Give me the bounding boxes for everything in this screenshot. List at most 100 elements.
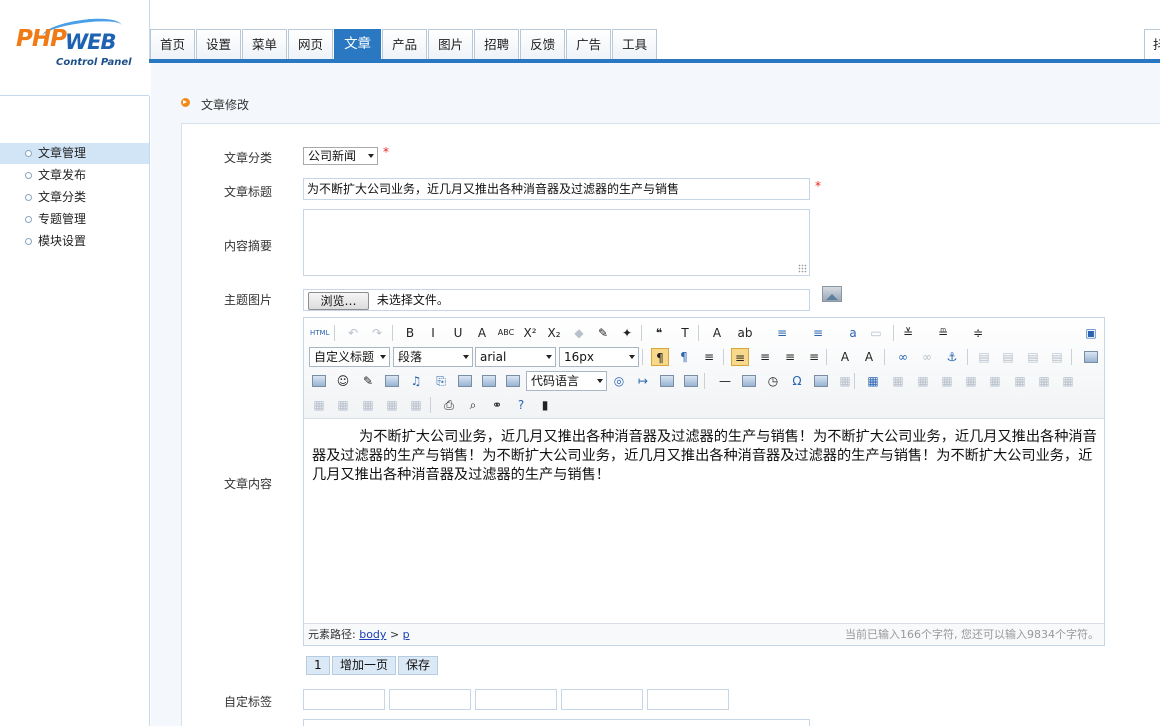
insert-row-icon[interactable]: ▦	[938, 372, 956, 390]
redo-icon[interactable]: ↷	[368, 324, 386, 342]
sidebar-item-2[interactable]: 文章分类	[0, 187, 149, 208]
tab-3[interactable]: 网页	[288, 29, 334, 59]
preview-icon[interactable]: ⌕	[464, 396, 482, 414]
resize-grip-icon[interactable]	[798, 264, 807, 273]
paste-text-icon[interactable]: T	[676, 324, 694, 342]
select-all-icon[interactable]: a	[844, 324, 862, 342]
tab-9[interactable]: 广告	[566, 29, 612, 59]
tab-6[interactable]: 图片	[428, 29, 474, 59]
image-right-icon[interactable]: ▤	[1024, 348, 1042, 366]
editor-content[interactable]: 为不断扩大公司业务，近几月又推出各种消音器及过滤器的生产与销售！为不断扩大公司业…	[312, 428, 1100, 485]
page-number-button[interactable]: 1	[306, 656, 330, 675]
save-page-button[interactable]: 保存	[398, 656, 439, 675]
date-icon[interactable]	[740, 372, 758, 390]
magic-wand-icon[interactable]: ✦	[618, 324, 636, 342]
sidebar-item-1[interactable]: 文章发布	[0, 165, 149, 186]
category-select[interactable]: 公司新闻	[303, 147, 378, 165]
title-input[interactable]: 为不断扩大公司业务，近几月又推出各种消音器及过滤器的生产与销售	[303, 178, 810, 200]
special-char-icon[interactable]: Ω	[788, 372, 806, 390]
tab-2[interactable]: 菜单	[242, 29, 288, 59]
code-language-select[interactable]: 代码语言	[526, 371, 607, 391]
rtl-icon[interactable]: ¶	[675, 348, 693, 366]
split-cols-icon[interactable]: ▦	[383, 396, 401, 414]
font-size-select[interactable]: 16px	[559, 347, 639, 367]
snapscreen-icon[interactable]	[812, 372, 830, 390]
print-icon[interactable]: ⎙	[440, 396, 458, 414]
tab-5[interactable]: 产品	[382, 29, 428, 59]
align-right-icon[interactable]: ≡	[781, 348, 799, 366]
custom-tag-input-5[interactable]	[647, 689, 729, 710]
font-select[interactable]: arial	[475, 347, 556, 367]
eraser-icon[interactable]: ◆	[570, 324, 588, 342]
scrawl-icon[interactable]: ✎	[359, 372, 377, 390]
split-rows-icon[interactable]: ▦	[359, 396, 377, 414]
tab-1[interactable]: 设置	[196, 29, 242, 59]
uppercase-icon[interactable]: A	[836, 348, 854, 366]
music-icon[interactable]: ♫	[407, 372, 425, 390]
image-none-icon[interactable]: ▤	[999, 348, 1017, 366]
time-icon[interactable]: ◷	[764, 372, 782, 390]
custom-tag-input-4[interactable]	[561, 689, 643, 710]
row-spacing-top-icon[interactable]: ≚	[899, 324, 917, 342]
tab-0[interactable]: 首页	[150, 29, 196, 59]
fullscreen-icon[interactable]: ▣	[1082, 324, 1100, 342]
pagebreak-icon[interactable]: ↦	[634, 372, 652, 390]
browse-button[interactable]: 浏览…	[308, 292, 369, 310]
gmap-icon[interactable]	[480, 372, 498, 390]
tab-4[interactable]: 文章	[334, 29, 382, 59]
border-icon[interactable]: A	[473, 324, 491, 342]
font-color-icon[interactable]: A	[708, 324, 726, 342]
drafts-icon[interactable]: ▮	[536, 396, 554, 414]
align-center-icon[interactable]: ≡	[756, 348, 774, 366]
format-brush-icon[interactable]: ✎	[594, 324, 612, 342]
subscript-icon[interactable]: X₂	[545, 324, 563, 342]
anchor-icon[interactable]: ⚓	[943, 348, 961, 366]
merge-down-icon[interactable]: ▦	[310, 396, 328, 414]
align-left-icon[interactable]: ≡	[731, 348, 749, 366]
italic-icon[interactable]: I	[424, 324, 442, 342]
tab-8[interactable]: 反馈	[520, 29, 566, 59]
clear-doc-icon[interactable]: ▭	[867, 324, 885, 342]
paragraph-select[interactable]: 段落	[393, 347, 473, 367]
help-icon[interactable]: ?	[512, 396, 530, 414]
ltr-icon[interactable]: ¶	[651, 348, 669, 366]
word-image-icon[interactable]: ▦	[836, 372, 854, 390]
custom-tag-input-2[interactable]	[389, 689, 471, 710]
justify-icon[interactable]: ≡	[805, 348, 823, 366]
unordered-list-icon[interactable]: ≡	[809, 324, 827, 342]
sidebar-item-0[interactable]: 文章管理	[0, 143, 149, 164]
strikethrough-icon[interactable]: ABC	[497, 324, 515, 342]
split-cells-icon[interactable]: ▦	[334, 396, 352, 414]
sidebar-item-4[interactable]: 模块设置	[0, 231, 149, 252]
delete-col-icon[interactable]: ▦	[1011, 372, 1029, 390]
horizontal-rule-icon[interactable]: —	[716, 372, 734, 390]
multi-image-icon[interactable]	[310, 372, 328, 390]
image-file-field[interactable]: 浏览… 未选择文件。	[303, 289, 810, 311]
merge-right-icon[interactable]: ▦	[1059, 372, 1077, 390]
heading-select[interactable]: 自定义标题	[309, 347, 390, 367]
web-app-icon[interactable]: ◎	[610, 372, 628, 390]
superscript-icon[interactable]: X²	[521, 324, 539, 342]
summary-textarea[interactable]	[303, 209, 810, 276]
merge-cells-icon[interactable]: ▦	[1035, 372, 1053, 390]
next-field-input[interactable]	[303, 719, 810, 726]
link-icon[interactable]: ∞	[894, 348, 912, 366]
image-center-icon[interactable]: ▤	[1048, 348, 1066, 366]
map-icon[interactable]	[456, 372, 474, 390]
add-page-button[interactable]: 增加一页	[332, 656, 397, 675]
tab-10[interactable]: 工具	[612, 29, 658, 59]
background-icon[interactable]	[682, 372, 700, 390]
ordered-list-icon[interactable]: ≡	[773, 324, 791, 342]
row-spacing-bottom-icon[interactable]: ≞	[934, 324, 952, 342]
quote-icon[interactable]: ❝	[650, 324, 668, 342]
image-left-icon[interactable]: ▤	[975, 348, 993, 366]
lowercase-icon[interactable]: A	[860, 348, 878, 366]
bold-icon[interactable]: B	[401, 324, 419, 342]
custom-tag-input-1[interactable]	[303, 689, 385, 710]
insert-paragraph-icon[interactable]: ▦	[914, 372, 932, 390]
line-height-icon[interactable]: ≑	[969, 324, 987, 342]
indent-icon[interactable]: ≡	[700, 348, 718, 366]
delete-table-icon[interactable]: ▦	[889, 372, 907, 390]
delete-row-icon[interactable]: ▦	[962, 372, 980, 390]
tab-extra[interactable]: 抖	[1144, 29, 1160, 59]
